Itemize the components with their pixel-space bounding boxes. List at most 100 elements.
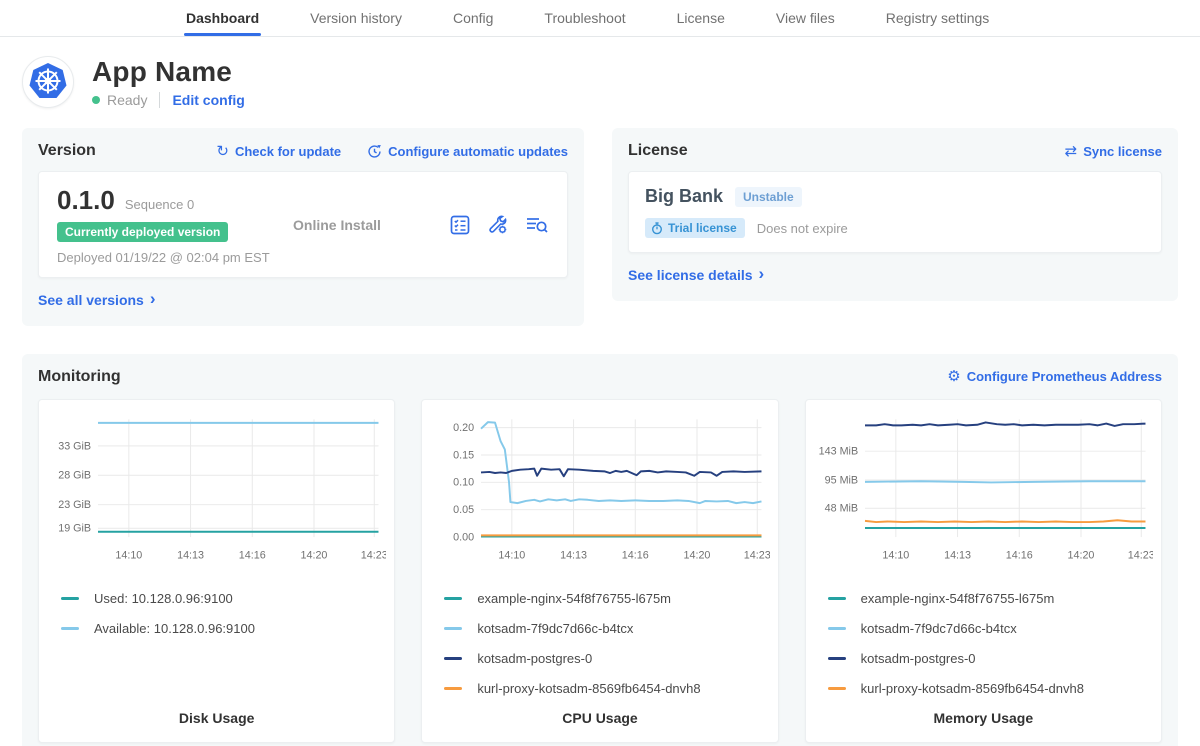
svg-text:14:23: 14:23 (1127, 549, 1153, 561)
legend-color-dash (828, 597, 846, 600)
kubernetes-icon (26, 60, 70, 104)
legend-color-dash (61, 597, 79, 600)
app-header: App Name Ready Edit config (22, 56, 1178, 108)
refresh-icon: ↻ (216, 144, 229, 159)
svg-text:14:16: 14:16 (1005, 549, 1032, 561)
see-all-versions-link[interactable]: See all versions › (38, 291, 156, 308)
version-card: Version ↻ Check for update (22, 128, 584, 326)
svg-text:23 GiB: 23 GiB (58, 499, 91, 511)
deployed-timestamp: Deployed 01/19/22 @ 02:04 pm EST (57, 250, 287, 265)
memory-usage-chart: 14:1014:1314:1614:2014:23143 MiB95 MiB48… (814, 410, 1153, 568)
chevron-right-icon: › (759, 265, 765, 282)
legend-color-dash (828, 627, 846, 630)
license-card: License ⇄ Sync license Big Bank Unstable (612, 128, 1178, 301)
legend-item: example-nginx-54f8f76755-l675m (828, 591, 1153, 606)
edit-config-icon[interactable] (487, 214, 509, 236)
legend-label: kotsadm-7f9dc7d66c-b4tcx (477, 621, 633, 636)
svg-text:14:10: 14:10 (499, 549, 526, 561)
svg-text:143 MiB: 143 MiB (818, 445, 858, 457)
svg-text:14:16: 14:16 (239, 549, 266, 561)
svg-text:14:13: 14:13 (944, 549, 971, 561)
svg-text:14:23: 14:23 (744, 549, 770, 561)
channel-badge: Unstable (735, 187, 802, 207)
sync-icon: ⇄ (1065, 144, 1078, 159)
legend-label: example-nginx-54f8f76755-l675m (477, 591, 671, 606)
tab-registry-settings[interactable]: Registry settings (886, 0, 989, 36)
legend-label: kurl-proxy-kotsadm-8569fb6454-dnvh8 (861, 681, 1084, 696)
svg-text:0.10: 0.10 (454, 476, 475, 488)
svg-text:19 GiB: 19 GiB (58, 522, 91, 534)
monitoring-title: Monitoring (38, 368, 121, 386)
license-expiry-text: Does not expire (757, 221, 848, 236)
chart-title: Memory Usage (814, 696, 1153, 730)
legend-item: kotsadm-7f9dc7d66c-b4tcx (828, 621, 1153, 636)
svg-text:14:23: 14:23 (361, 549, 387, 561)
legend-item: kotsadm-postgres-0 (444, 651, 769, 666)
view-logs-icon[interactable] (525, 214, 549, 236)
cpu-usage-chart: 14:1014:1314:1614:2014:230.200.150.100.0… (430, 410, 769, 568)
version-number: 0.1.0 (57, 185, 115, 216)
legend-item: example-nginx-54f8f76755-l675m (444, 591, 769, 606)
sync-license-link[interactable]: ⇄ Sync license (1065, 144, 1162, 159)
configure-automatic-updates-link[interactable]: Configure automatic updates (367, 144, 568, 159)
ready-status-dot (92, 96, 100, 104)
install-type-label: Online Install (287, 217, 449, 233)
legend-color-dash (444, 597, 462, 600)
preflight-checks-icon[interactable] (449, 214, 471, 236)
app-name-title: App Name (92, 56, 245, 88)
legend-item: kurl-proxy-kotsadm-8569fb6454-dnvh8 (828, 681, 1153, 696)
legend-item: kotsadm-7f9dc7d66c-b4tcx (444, 621, 769, 636)
svg-text:95 MiB: 95 MiB (824, 474, 858, 486)
svg-text:0.05: 0.05 (454, 504, 475, 516)
tab-license[interactable]: License (677, 0, 725, 36)
current-version-panel: 0.1.0 Sequence 0 Currently deployed vers… (38, 171, 568, 278)
version-sequence: Sequence 0 (125, 197, 194, 212)
legend-color-dash (444, 627, 462, 630)
svg-text:0.15: 0.15 (454, 449, 475, 461)
divider (159, 92, 160, 108)
tab-version-history[interactable]: Version history (310, 0, 402, 36)
version-card-title: Version (38, 142, 96, 160)
deployed-badge: Currently deployed version (57, 222, 228, 242)
memory-usage-chart-card: 14:1014:1314:1614:2014:23143 MiB95 MiB48… (805, 399, 1162, 743)
legend-item: Available: 10.128.0.96:9100 (61, 621, 386, 636)
legend-item: kotsadm-postgres-0 (828, 651, 1153, 666)
cpu-usage-chart-card: 14:1014:1314:1614:2014:230.200.150.100.0… (421, 399, 778, 743)
memory-usage-legend: example-nginx-54f8f76755-l675m kotsadm-7f… (828, 576, 1153, 696)
schedule-update-icon (367, 144, 382, 159)
legend-color-dash (61, 627, 79, 630)
svg-text:14:20: 14:20 (300, 549, 327, 561)
legend-color-dash (444, 687, 462, 690)
legend-label: kurl-proxy-kotsadm-8569fb6454-dnvh8 (477, 681, 700, 696)
tab-dashboard[interactable]: Dashboard (186, 0, 259, 36)
license-panel: Big Bank Unstable Trial license Does not… (628, 171, 1162, 253)
top-navigation: Dashboard Version history Config Trouble… (0, 0, 1200, 37)
configure-prometheus-link[interactable]: ⚙ Configure Prometheus Address (947, 369, 1162, 384)
legend-item: Used: 10.128.0.96:9100 (61, 591, 386, 606)
legend-label: kotsadm-7f9dc7d66c-b4tcx (861, 621, 1017, 636)
disk-usage-chart: 14:1014:1314:1614:2014:2333 GiB28 GiB23 … (47, 410, 386, 568)
monitoring-section: Monitoring ⚙ Configure Prometheus Addres… (22, 354, 1178, 746)
see-license-details-link[interactable]: See license details › (628, 266, 764, 283)
svg-text:14:13: 14:13 (560, 549, 587, 561)
svg-text:14:20: 14:20 (1067, 549, 1094, 561)
legend-label: kotsadm-postgres-0 (477, 651, 592, 666)
app-status-text: Ready (107, 92, 147, 108)
svg-text:14:16: 14:16 (622, 549, 649, 561)
stopwatch-icon (651, 222, 663, 235)
tab-troubleshoot[interactable]: Troubleshoot (544, 0, 625, 36)
check-for-update-link[interactable]: ↻ Check for update (216, 144, 341, 159)
edit-config-link[interactable]: Edit config (172, 92, 244, 108)
svg-text:14:13: 14:13 (177, 549, 204, 561)
gear-icon: ⚙ (947, 369, 960, 384)
tab-config[interactable]: Config (453, 0, 493, 36)
app-logo (22, 56, 74, 108)
legend-label: example-nginx-54f8f76755-l675m (861, 591, 1055, 606)
svg-text:14:20: 14:20 (684, 549, 711, 561)
legend-color-dash (444, 657, 462, 660)
svg-text:14:10: 14:10 (115, 549, 142, 561)
svg-text:0.00: 0.00 (454, 531, 475, 543)
tab-view-files[interactable]: View files (776, 0, 835, 36)
svg-text:28 GiB: 28 GiB (58, 469, 91, 481)
license-customer-name: Big Bank (645, 186, 723, 207)
